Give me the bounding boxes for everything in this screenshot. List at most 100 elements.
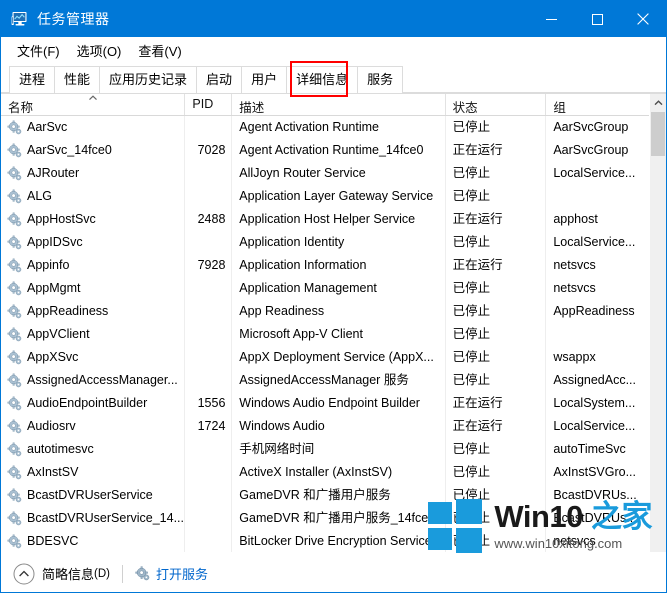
menu-item-view[interactable]: 查看(V) [130,39,190,62]
cell-pid [185,323,233,346]
menu-item-options[interactable]: 选项(O) [69,39,131,62]
table-row[interactable]: Audiosrv 1724 Windows Audio 正在运行 LocalServic… [1,415,649,438]
service-gear-icon [7,396,22,411]
cell-service-name: AarSvc [1,116,186,139]
service-name-text: BcastDVRUserService [27,488,153,502]
table-row[interactable]: BDESVC BitLocker Drive Encryption Service… [1,530,649,552]
table-row[interactable]: BcastDVRUserService_14... GameDVR 和广播用户服务… [1,507,649,530]
table-row[interactable]: AppXSvc AppX Deployment Service (AppX... 已… [1,346,649,369]
table-row[interactable]: autotimesvc 手机网络时间 已停止 autoTimeSvc [1,438,649,461]
open-services-link[interactable]: 打开服务 [135,564,208,583]
table-row[interactable]: BcastDVRUserService GameDVR 和广播用户服务 已停止 Bca… [1,484,649,507]
cell-service-name: AudioEndpointBuilder [1,392,186,415]
service-name-text: AJRouter [27,166,80,180]
cell-service-name: BDESVC [1,530,186,552]
cell-group: AxInstSVGro... [553,465,636,479]
service-name-text: AppHostSvc [27,212,96,226]
cell-status: 已停止 [446,530,547,552]
column-header-description[interactable]: 描述 [232,94,446,115]
cell-pid [185,346,233,369]
minimize-button[interactable] [528,1,574,37]
tab-startup[interactable]: 启动 [196,66,243,93]
scrollbar-thumb[interactable] [651,112,665,156]
table-row[interactable]: AarSvc Agent Activation Runtime 已停止 AarSvcG… [1,116,649,139]
cell-group: AarSvcGroup [553,120,629,134]
table-row[interactable]: AppHostSvc 2488 Application Host Helper Se… [1,208,649,231]
table-row[interactable]: AppVClient Microsoft App-V Client 已停止 [1,323,649,346]
pid-text: 7928 [197,258,226,272]
cell-group: BcastDVRUs... [553,488,637,502]
cell-group: netsvcs [553,534,596,548]
tab-performance[interactable]: 性能 [54,66,101,93]
cell-service-name: BcastDVRUserService_14... [1,507,186,530]
cell-service-name: AppXSvc [1,346,186,369]
cell-pid: 7928 [185,254,233,277]
table-row[interactable]: AarSvc_14fce0 7028 Agent Activation Runtim… [1,139,649,162]
tab-details[interactable]: 详细信息 [286,66,359,93]
cell-description: AllJoyn Router Service [232,162,446,185]
column-header-status[interactable]: 状态 [446,94,547,115]
cell-group: LocalService... [553,235,636,249]
maximize-button[interactable] [574,1,620,37]
table-row[interactable]: AxInstSV ActiveX Installer (AxInstSV) 已停止 A… [1,461,649,484]
service-name-text: AarSvc [27,120,68,134]
table-row[interactable]: AssignedAccessManager... AssignedAccessMa… [1,369,649,392]
table-row[interactable]: AppReadiness App Readiness 已停止 AppReadiness [1,300,649,323]
cell-pid [185,438,233,461]
cell-description: GameDVR 和广播用户服务 [232,484,446,507]
pid-text: 1724 [197,419,226,433]
service-name-text: AudioEndpointBuilder [27,396,148,410]
service-name-text: BDESVC [27,534,79,548]
cell-status: 已停止 [446,346,547,369]
cell-group: BcastDVRUs... [553,511,637,525]
tab-processes[interactable]: 进程 [9,66,56,93]
cell-status: 已停止 [446,231,547,254]
column-header-name[interactable]: 名称 [1,94,186,115]
cell-status: 已停止 [446,162,547,185]
service-gear-icon [7,465,22,480]
cell-pid [185,185,233,208]
cell-pid: 1724 [185,415,233,438]
cell-status: 正在运行 [446,254,547,277]
service-gear-icon [7,212,22,227]
tab-app-history[interactable]: 应用历史记录 [99,66,198,93]
task-manager-icon [11,12,27,26]
table-row[interactable]: Appinfo 7928 Application Information 正在运行 ne… [1,254,649,277]
cell-service-name: AJRouter [1,162,186,185]
cell-service-name: AarSvc_14fce0 [1,139,186,162]
close-button[interactable] [620,1,666,37]
table-row[interactable]: AudioEndpointBuilder 1556 Windows Audio En… [1,392,649,415]
table-row[interactable]: AJRouter AllJoyn Router Service 已停止 LocalSe… [1,162,649,185]
cell-service-name: AppHostSvc [1,208,186,231]
service-name-text: BcastDVRUserService_14... [27,511,185,525]
fewer-details-button[interactable]: 简略信息 (D) [13,563,110,585]
cell-service-name: AppIDSvc [1,231,186,254]
scroll-up-button[interactable] [650,94,666,111]
column-header-group[interactable]: 组 [546,94,649,115]
tab-strip: 进程 性能 应用历史记录 启动 用户 详细信息 服务 [1,61,666,97]
service-name-text: ALG [27,189,53,203]
column-header-pid[interactable]: PID [185,94,233,115]
cell-description: GameDVR 和广播用户服务_14fce0 [232,507,446,530]
menu-item-file[interactable]: 文件(F) [9,39,69,62]
service-gear-icon [7,373,22,388]
cell-description: Windows Audio Endpoint Builder [232,392,446,415]
cell-group: AarSvcGroup [553,143,629,157]
table-row[interactable]: ALG Application Layer Gateway Service 已停止 [1,185,649,208]
cell-description: 手机网络时间 [232,438,446,461]
cell-status: 正在运行 [446,139,547,162]
cell-group: LocalService... [553,166,636,180]
cell-status: 已停止 [446,484,547,507]
cell-description: Agent Activation Runtime_14fce0 [232,139,446,162]
tab-services[interactable]: 服务 [357,66,404,93]
table-row[interactable]: AppMgmt Application Management 已停止 netsvcs [1,277,649,300]
sort-ascending-icon [88,95,97,101]
tab-users[interactable]: 用户 [241,66,288,93]
cell-description: BitLocker Drive Encryption Service [232,530,446,552]
cell-pid [185,277,233,300]
cell-pid: 1556 [185,392,233,415]
cell-service-name: Audiosrv [1,415,186,438]
service-gear-icon [7,488,22,503]
table-row[interactable]: AppIDSvc Application Identity 已停止 LocalServ… [1,231,649,254]
vertical-scrollbar[interactable] [649,94,666,552]
